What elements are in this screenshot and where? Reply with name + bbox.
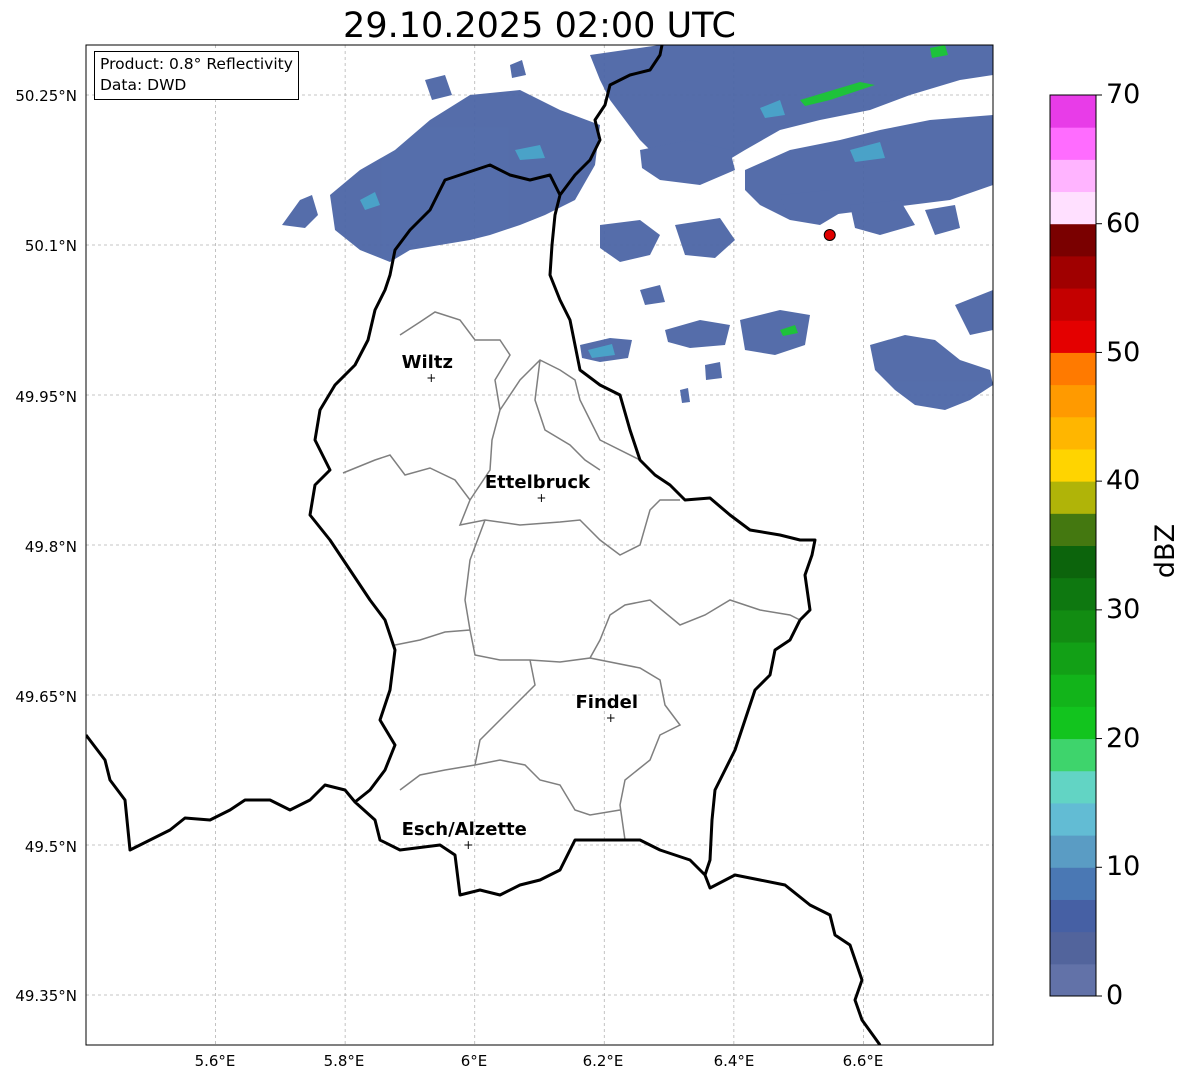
colorbar-segment bbox=[1050, 835, 1096, 868]
lat-tick-label: 49.5°N bbox=[24, 838, 77, 856]
lon-tick-label: 6.4°E bbox=[713, 1052, 755, 1070]
lon-tick-label: 6.2°E bbox=[582, 1052, 624, 1070]
lat-tick-label: 49.65°N bbox=[15, 688, 77, 706]
colorbar-tick-label: 30 bbox=[1106, 594, 1141, 625]
lat-tick-label: 49.35°N bbox=[15, 987, 77, 1005]
colorbar-segment bbox=[1050, 481, 1096, 514]
colorbar-segment bbox=[1050, 706, 1096, 740]
city-marker: + bbox=[606, 711, 616, 725]
city-label: Findel bbox=[575, 692, 638, 713]
colorbar-segment bbox=[1050, 159, 1096, 193]
city-label: Wiltz bbox=[402, 352, 453, 373]
colorbar-segment bbox=[1050, 577, 1096, 611]
lat-tick-label: 50.1°N bbox=[24, 237, 77, 255]
colorbar-segment bbox=[1050, 223, 1096, 257]
colorbar bbox=[1050, 94, 1102, 997]
colorbar-segment bbox=[1050, 738, 1096, 772]
colorbar-segment bbox=[1050, 770, 1096, 804]
page-title: 29.10.2025 02:00 UTC bbox=[343, 6, 736, 46]
radar-echoes bbox=[282, 45, 993, 410]
colorbar-segment bbox=[1050, 642, 1096, 675]
product-text: Product: 0.8° Reflectivity bbox=[100, 55, 293, 73]
colorbar-tick-label: 10 bbox=[1106, 851, 1141, 882]
colorbar-segment bbox=[1050, 320, 1096, 353]
colorbar-segment bbox=[1050, 802, 1096, 836]
canton-lines bbox=[342, 311, 801, 841]
city-marker: + bbox=[536, 491, 546, 505]
lat-tick-label: 49.95°N bbox=[15, 388, 77, 406]
colorbar-segment bbox=[1050, 674, 1096, 707]
radar-site-marker bbox=[823, 229, 836, 241]
colorbar-label: dBZ bbox=[1150, 523, 1181, 579]
lat-tick-label: 49.8°N bbox=[24, 538, 77, 556]
city-marker: + bbox=[426, 371, 436, 385]
colorbar-segment bbox=[1050, 352, 1096, 386]
colorbar-segment bbox=[1050, 963, 1096, 997]
colorbar-segment bbox=[1050, 899, 1096, 933]
colorbar-segment bbox=[1050, 867, 1096, 900]
city-markers: +Wiltz+Ettelbruck+Findel+Esch/Alzette bbox=[402, 352, 638, 852]
city-marker: + bbox=[463, 838, 473, 852]
colorbar-segment bbox=[1050, 545, 1096, 579]
colorbar-tick-label: 20 bbox=[1106, 723, 1141, 754]
colorbar-segment bbox=[1050, 288, 1096, 321]
radar-map: +Wiltz+Ettelbruck+Findel+Esch/Alzette bbox=[85, 44, 1102, 1046]
colorbar-tick-label: 0 bbox=[1106, 980, 1124, 1011]
lat-tick-label: 50.25°N bbox=[15, 87, 77, 105]
city-label: Esch/Alzette bbox=[402, 819, 527, 840]
colorbar-segment bbox=[1050, 127, 1096, 160]
lon-tick-label: 6.6°E bbox=[842, 1052, 884, 1070]
colorbar-segment bbox=[1050, 416, 1096, 450]
colorbar-tick-label: 40 bbox=[1106, 465, 1141, 496]
city-label: Ettelbruck bbox=[485, 472, 591, 493]
colorbar-tick-label: 60 bbox=[1106, 208, 1141, 239]
colorbar-segment bbox=[1050, 255, 1096, 289]
data-source-text: Data: DWD bbox=[100, 76, 187, 94]
colorbar-segment bbox=[1050, 513, 1096, 546]
colorbar-tick-label: 70 bbox=[1106, 79, 1141, 110]
colorbar-segment bbox=[1050, 95, 1096, 128]
lon-tick-label: 5.8°E bbox=[323, 1052, 365, 1070]
colorbar-tick-label: 50 bbox=[1106, 337, 1141, 368]
colorbar-segment bbox=[1050, 384, 1096, 418]
colorbar-segment bbox=[1050, 191, 1096, 225]
lon-tick-label: 5.6°E bbox=[194, 1052, 236, 1070]
colorbar-segment bbox=[1050, 609, 1096, 643]
lon-tick-label: 6°E bbox=[460, 1052, 488, 1070]
colorbar-segment bbox=[1050, 931, 1096, 965]
info-box: Product: 0.8° Reflectivity Data: DWD bbox=[94, 51, 299, 100]
colorbar-segment bbox=[1050, 448, 1096, 482]
